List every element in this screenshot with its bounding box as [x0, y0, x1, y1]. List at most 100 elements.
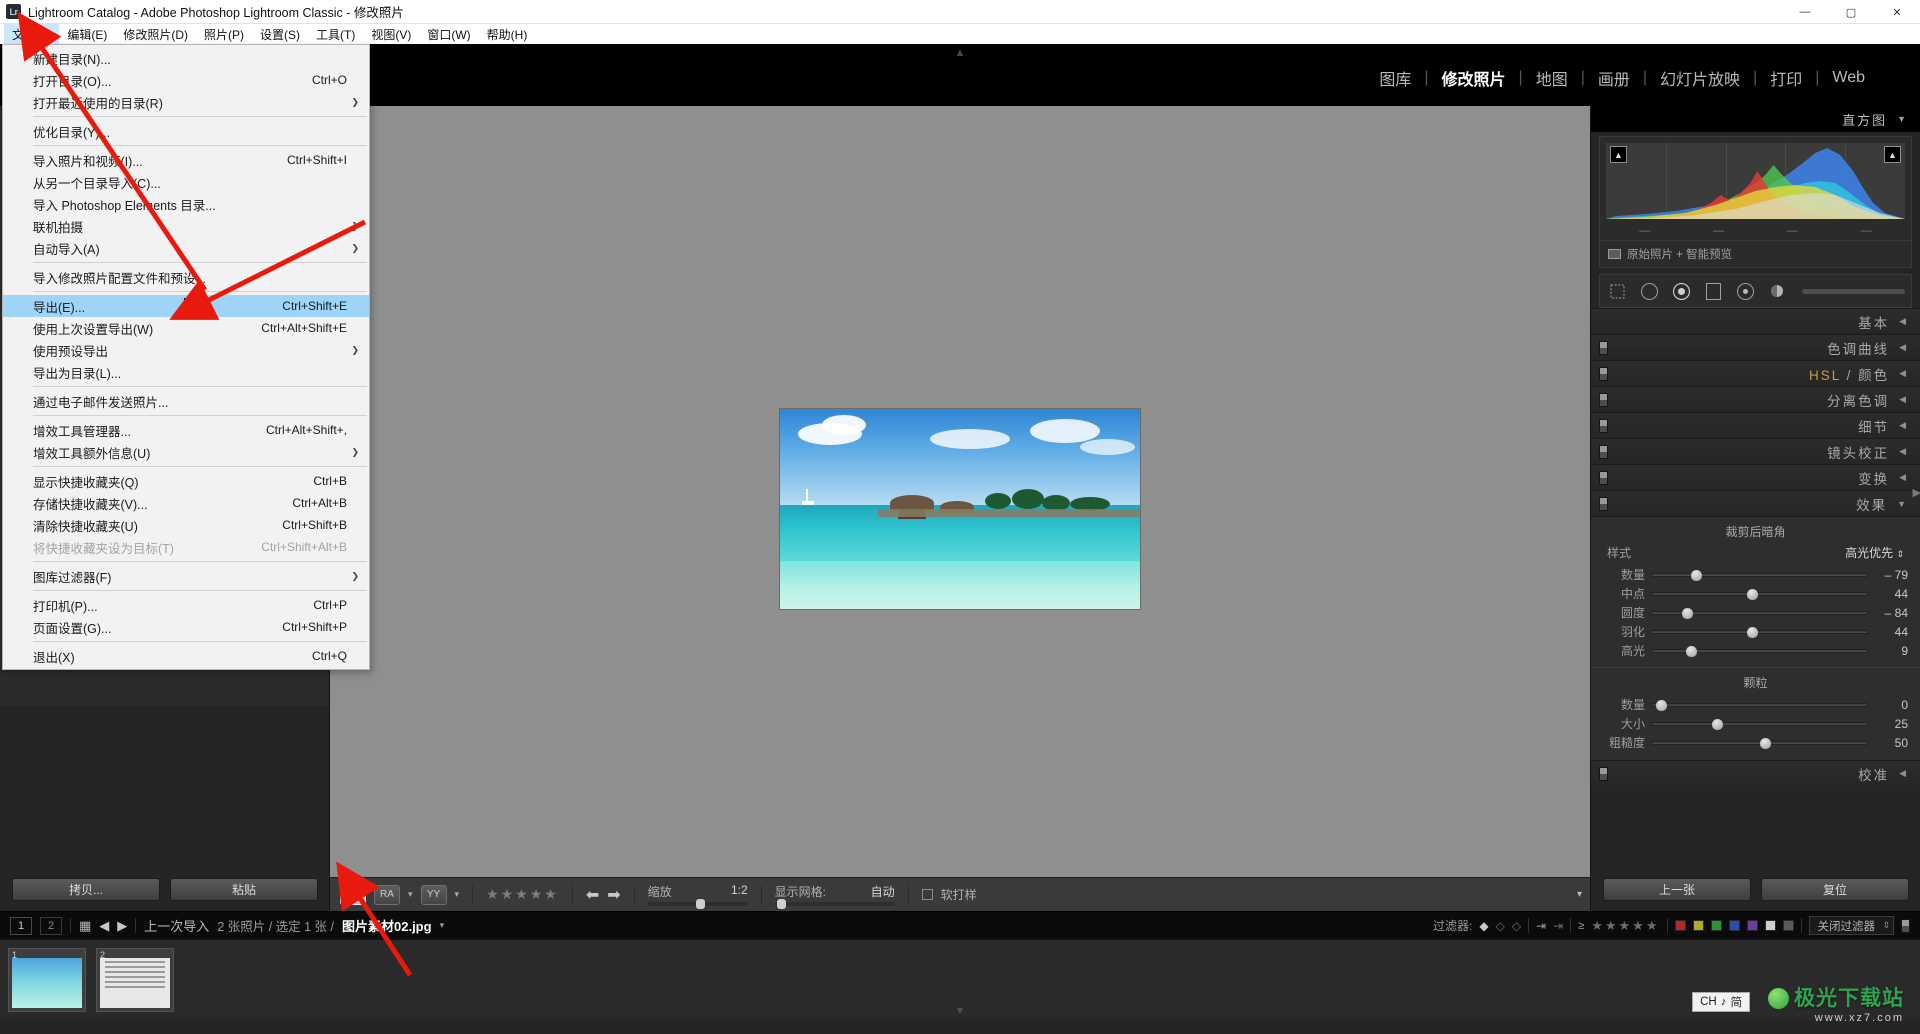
slider-knob[interactable] [1712, 718, 1724, 730]
filter-preset-select[interactable]: 关闭过滤器 ⇕ [1808, 916, 1894, 935]
right-panel-collapse-arrow-icon[interactable]: ▶ [1913, 486, 1920, 499]
menubar-item-8[interactable]: 帮助(H) [479, 24, 536, 44]
breadcrumb-source[interactable]: 上一次导入 [144, 916, 209, 935]
file-menu-item-26[interactable]: 清除快捷收藏夹(U) Ctrl+Shift+B [3, 514, 369, 536]
redeye-tool-icon[interactable] [1670, 280, 1692, 302]
module-tab-1[interactable]: 修改照片 [1429, 66, 1519, 90]
grid-slider[interactable] [774, 899, 895, 909]
panel-switch-icon[interactable] [1599, 418, 1608, 433]
flag-pick-icon[interactable]: ◆ [1479, 919, 1488, 933]
menubar-item-7[interactable]: 窗口(W) [419, 24, 478, 44]
panel-switch-icon[interactable] [1599, 470, 1608, 485]
slider-row-3[interactable]: 羽化 44 [1603, 622, 1908, 641]
slider-knob[interactable] [1682, 607, 1694, 619]
grid-control[interactable]: 显示网格: 自动 [774, 883, 895, 909]
shadow-clipping-icon[interactable]: ▲ [1610, 146, 1627, 163]
rating-operator[interactable]: ≥ [1578, 920, 1584, 932]
slider-knob[interactable] [1686, 645, 1698, 657]
zoom-control[interactable]: 缩放 1:2 [647, 883, 748, 909]
yy-caret-icon[interactable]: ▾ [455, 889, 460, 900]
spot-removal-tool-icon[interactable] [1638, 280, 1660, 302]
histogram-caret-icon[interactable]: ▼ [1897, 114, 1908, 124]
slider-value[interactable]: – 79 [1874, 568, 1908, 582]
slider-value[interactable]: 0 [1874, 698, 1908, 712]
slider-value[interactable]: 50 [1874, 736, 1908, 750]
ime-indicator[interactable]: CH ♪ 简 [1692, 992, 1750, 1012]
slider-value[interactable]: 44 [1874, 625, 1908, 639]
rating-stars[interactable]: ★★★★★ [486, 886, 559, 903]
panel-switch-icon[interactable] [1599, 392, 1608, 407]
attribute-edited-icon[interactable]: ⇥ [1536, 919, 1546, 933]
slider-value[interactable]: 9 [1874, 644, 1908, 658]
slider-track[interactable] [1651, 699, 1868, 711]
panel-section-caret-icon[interactable]: ◀ [1899, 446, 1908, 457]
histogram-header[interactable]: 直方图 ▼ [1591, 106, 1920, 132]
slider-knob[interactable] [1746, 588, 1758, 600]
loupe-view-button[interactable]: ▣ [340, 884, 366, 905]
slider-row-0[interactable]: 数量 – 79 [1603, 565, 1908, 584]
file-menu-item-6[interactable]: 导入照片和视频(I)... Ctrl+Shift+I [3, 149, 369, 171]
zoom-slider[interactable] [647, 899, 748, 909]
slider-row-4[interactable]: 高光 9 [1603, 641, 1908, 660]
file-menu-item-21[interactable]: 增效工具管理器... Ctrl+Alt+Shift+, [3, 419, 369, 441]
panel-section-2[interactable]: HSL / 颜色 ◀ [1591, 360, 1920, 386]
slider-row-2[interactable]: 圆度 – 84 [1603, 603, 1908, 622]
panel-switch-icon[interactable] [1599, 444, 1608, 459]
panel-switch-icon[interactable] [1599, 496, 1608, 511]
file-menu-item-31[interactable]: 打印机(P)... Ctrl+P [3, 594, 369, 616]
slider-track[interactable] [1651, 588, 1868, 600]
color-label-blue[interactable] [1728, 920, 1740, 931]
panel-section-caret-icon[interactable]: ◀ [1899, 368, 1908, 379]
menubar-item-0[interactable]: 文件(F) [4, 24, 60, 44]
previous-photo-arrow-icon[interactable]: ⬅ [586, 885, 599, 905]
crop-tool-icon[interactable] [1606, 280, 1628, 302]
brush-size-slider[interactable] [1802, 288, 1905, 294]
slider-row-1[interactable]: 大小 25 [1603, 714, 1908, 733]
minimize-button[interactable]: — [1782, 0, 1828, 24]
file-menu-item-25[interactable]: 存储快捷收藏夹(V)... Ctrl+Alt+B [3, 492, 369, 514]
slider-value[interactable]: 25 [1874, 717, 1908, 731]
menubar-item-1[interactable]: 编辑(E) [59, 24, 115, 44]
panel-section-6[interactable]: 变换 ◀ [1591, 464, 1920, 490]
source-indicator-2[interactable]: 2 [40, 916, 62, 935]
file-menu-item-16[interactable]: 使用预设导出 ❯ [3, 339, 369, 361]
highlight-clipping-icon[interactable]: ▲ [1884, 146, 1901, 163]
panel-section-caret-icon[interactable]: ◀ [1899, 342, 1908, 353]
color-label-yellow[interactable] [1692, 920, 1704, 931]
color-label-purple[interactable] [1746, 920, 1758, 931]
slider-track[interactable] [1651, 645, 1868, 657]
slider-knob[interactable] [1746, 626, 1758, 638]
file-menu-item-0[interactable]: 新建目录(N)... [3, 47, 369, 69]
module-tab-2[interactable]: 地图 [1523, 66, 1581, 90]
before-after-view-button[interactable]: RA [374, 884, 400, 905]
filter-switch-icon[interactable] [1901, 918, 1910, 933]
source-indicator-1[interactable]: 1 [10, 916, 32, 935]
panel-section-7[interactable]: 效果 ▼ [1591, 490, 1920, 516]
panel-switch-icon[interactable] [1599, 366, 1608, 381]
file-menu-item-9[interactable]: 联机拍摄 ❯ [3, 215, 369, 237]
softproof-checkbox[interactable] [921, 889, 933, 900]
panel-switch-icon[interactable] [1599, 340, 1608, 355]
copy-button[interactable]: 拷贝... [12, 878, 160, 901]
previous-photo-button[interactable]: 上一张 [1603, 878, 1751, 901]
flag-unflagged-icon[interactable]: ◇ [1496, 919, 1505, 933]
menubar-item-5[interactable]: 工具(T) [308, 24, 363, 44]
panel-section-5[interactable]: 镜头校正 ◀ [1591, 438, 1920, 464]
file-menu-item-24[interactable]: 显示快捷收藏夹(Q) Ctrl+B [3, 470, 369, 492]
color-label-white[interactable] [1764, 920, 1776, 931]
slider-row-1[interactable]: 中点 44 [1603, 584, 1908, 603]
panel-section-caret-icon[interactable]: ▼ [1897, 499, 1908, 509]
file-menu-item-34[interactable]: 退出(X) Ctrl+Q [3, 645, 369, 667]
file-menu-item-12[interactable]: 导入修改照片配置文件和预设... [3, 266, 369, 288]
module-tab-4[interactable]: 幻灯片放映 [1647, 66, 1753, 90]
toolbar-collapse-caret-icon[interactable]: ▾ [1577, 889, 1582, 900]
histogram-graph[interactable]: ▲ ▲ [1606, 143, 1905, 219]
filter-rating-stars[interactable]: ★★★★★ [1591, 918, 1659, 934]
vignette-style-row[interactable]: 样式 高光优先 ⇕ [1603, 544, 1908, 561]
vignette-style-value[interactable]: 高光优先 ⇕ [1845, 544, 1904, 561]
color-label-none[interactable] [1782, 920, 1794, 931]
slider-knob[interactable] [1759, 737, 1771, 749]
module-tab-3[interactable]: 画册 [1585, 66, 1643, 90]
menubar-item-4[interactable]: 设置(S) [252, 24, 308, 44]
slider-knob[interactable] [1690, 569, 1702, 581]
